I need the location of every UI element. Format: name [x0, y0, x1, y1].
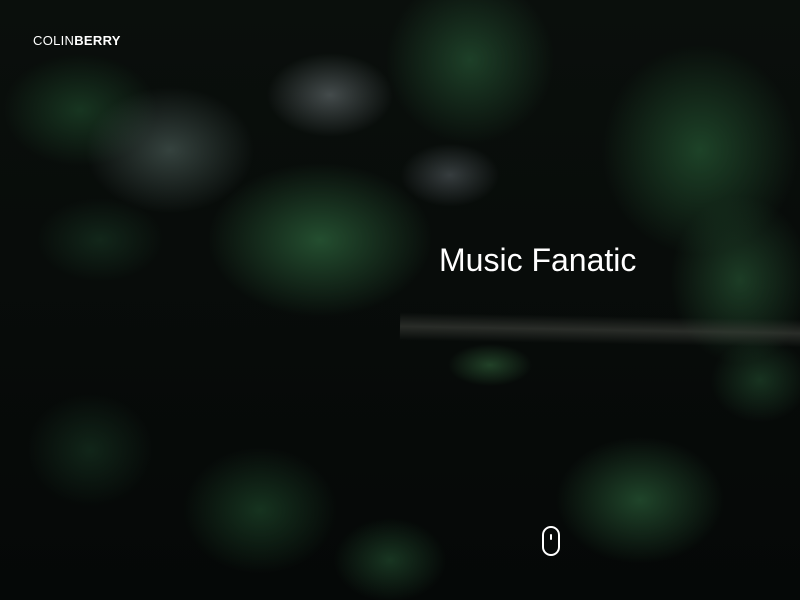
brand-first-name: COLIN: [33, 33, 75, 48]
hero-tagline: Music Fanatic: [439, 242, 637, 278]
forest-road: [399, 312, 800, 348]
brand-last-name: BERRY: [74, 33, 121, 48]
brand-logo[interactable]: COLINBERRY: [33, 33, 121, 48]
mouse-wheel: [550, 534, 552, 540]
mouse-scroll-icon[interactable]: [542, 526, 560, 556]
hero-section: COLINBERRY Music Fanatic: [0, 0, 800, 600]
